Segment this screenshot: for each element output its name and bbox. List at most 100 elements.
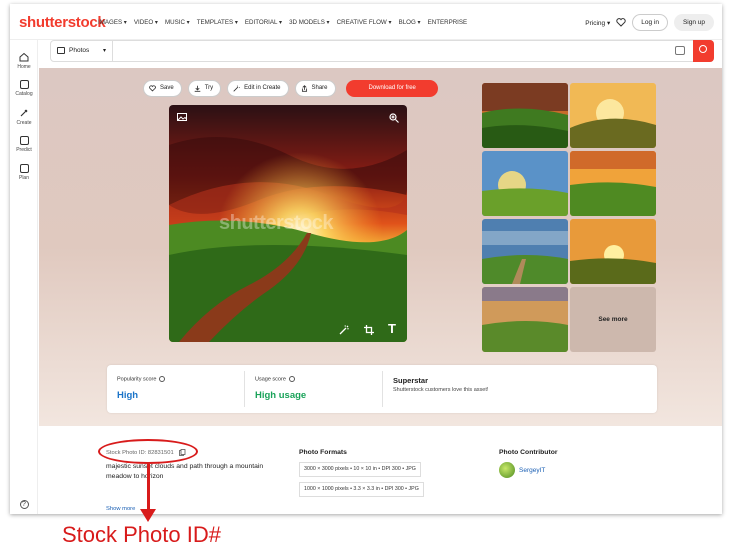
related-thumbnail[interactable] xyxy=(482,219,568,284)
valley-sunrise-thumbnail xyxy=(482,287,568,352)
chevron-down-icon: ▾ xyxy=(102,48,106,54)
related-thumbnail[interactable] xyxy=(570,219,656,284)
help-icon: ? xyxy=(19,500,29,509)
sidebar-item-home[interactable]: Home xyxy=(10,52,38,70)
create-icon xyxy=(20,109,28,117)
search-icon xyxy=(699,45,707,53)
action-bar: Save Try Edit in Create Share Download f… xyxy=(143,80,438,97)
usage-score: Usage score High usage xyxy=(245,365,382,413)
related-thumbnail[interactable] xyxy=(570,83,656,148)
related-thumbnail[interactable] xyxy=(482,83,568,148)
popularity-label-text: Popularity score xyxy=(117,376,157,383)
search-input[interactable] xyxy=(117,43,657,59)
related-thumbnail[interactable] xyxy=(570,151,656,216)
nav-blog[interactable]: BLOG ▾ xyxy=(399,19,421,26)
annotation-arrow xyxy=(147,464,150,512)
plan-icon xyxy=(19,164,29,173)
zoom-icon[interactable] xyxy=(389,113,399,123)
share-label: Share xyxy=(311,85,328,91)
sunset-field-thumbnail xyxy=(570,151,656,216)
format-option[interactable]: 1000 × 1000 pixels • 3.3 × 3.3 in • DPI … xyxy=(299,482,424,497)
image-icon[interactable] xyxy=(177,113,187,121)
blue-sky-road-thumbnail xyxy=(482,219,568,284)
show-more-link[interactable]: Show more xyxy=(106,506,135,512)
search-type-select[interactable]: Photos ▾ xyxy=(51,41,113,61)
avatar xyxy=(499,462,515,478)
crop-icon[interactable] xyxy=(364,325,374,335)
watermark: shutterstock xyxy=(219,212,334,234)
main-menu: IMAGES ▾ VIDEO ▾ MUSIC ▾ TEMPLATES ▾ EDI… xyxy=(98,19,474,26)
annotation-arrowhead xyxy=(140,509,156,522)
left-sidebar: Home Catalog Create Predict Plan ? xyxy=(10,40,38,514)
nav-3d-models[interactable]: 3D MODELS ▾ xyxy=(289,19,330,26)
superstar-title: Superstar xyxy=(393,376,429,385)
login-button[interactable]: Log in xyxy=(632,14,668,31)
nav-music[interactable]: MUSIC ▾ xyxy=(165,19,190,26)
contributor-name[interactable]: SergeyIT xyxy=(519,467,545,474)
header-actions: Pricing ▾ Log in Sign up xyxy=(585,14,714,31)
sidebar-item-plan[interactable]: Plan xyxy=(10,164,38,181)
asset-hero: Save Try Edit in Create Share Download f… xyxy=(39,68,722,426)
catalog-icon xyxy=(19,80,29,89)
superstar-description: Shutterstock customers love this asset! xyxy=(393,387,489,393)
annotation-ellipse xyxy=(98,439,198,464)
contributor-heading: Photo Contributor xyxy=(499,449,558,456)
popularity-score: Popularity score High xyxy=(107,365,244,413)
sidebar-label: Home xyxy=(17,64,31,70)
sunset-glow-thumbnail xyxy=(570,219,656,284)
top-navigation: shutterstock IMAGES ▾ VIDEO ▾ MUSIC ▾ TE… xyxy=(10,4,722,40)
sidebar-label: Plan xyxy=(18,175,29,181)
camera-icon xyxy=(57,47,65,54)
edit-in-create-button[interactable]: Edit in Create xyxy=(227,80,289,97)
info-icon[interactable] xyxy=(288,376,295,382)
sidebar-item-catalog[interactable]: Catalog xyxy=(10,80,38,97)
photo-formats-heading: Photo Formats xyxy=(299,449,347,456)
popularity-value: High xyxy=(117,390,139,401)
see-more-button[interactable]: See more xyxy=(570,287,656,352)
heart-icon xyxy=(149,85,156,92)
format-option[interactable]: 3000 × 3000 pixels • 10 × 10 in • DPI 30… xyxy=(299,462,421,477)
nav-templates[interactable]: TEMPLATES ▾ xyxy=(197,19,238,26)
download-free-button[interactable]: Download for free xyxy=(345,80,438,97)
nav-editorial[interactable]: EDITORIAL ▾ xyxy=(245,19,282,26)
help-button[interactable]: ? xyxy=(10,500,38,509)
predict-icon xyxy=(19,136,29,145)
try-button[interactable]: Try xyxy=(187,80,222,97)
related-thumbnail[interactable] xyxy=(482,287,568,352)
signup-button[interactable]: Sign up xyxy=(673,14,714,31)
nav-video[interactable]: VIDEO ▾ xyxy=(134,19,158,26)
main-photo[interactable]: shutterstock T xyxy=(169,105,407,342)
sidebar-item-predict[interactable]: Predict xyxy=(10,136,38,153)
text-tool-icon[interactable]: T xyxy=(388,321,396,336)
related-thumbnail[interactable] xyxy=(482,151,568,216)
info-icon[interactable] xyxy=(159,376,166,382)
save-button[interactable]: Save xyxy=(143,80,182,97)
superstar-badge: Superstar Shutterstock customers love th… xyxy=(383,365,653,413)
home-icon xyxy=(19,52,29,62)
sidebar-label: Catalog xyxy=(15,91,33,97)
annotation-label: Stock Photo ID# xyxy=(62,522,221,547)
pricing-menu[interactable]: Pricing ▾ xyxy=(585,19,610,27)
nav-creative-flow[interactable]: CREATIVE FLOW ▾ xyxy=(337,19,392,26)
usage-label-text: Usage score xyxy=(255,376,286,383)
magic-wand-icon xyxy=(233,85,240,92)
popularity-label: Popularity score xyxy=(117,376,166,383)
shutterstock-logo[interactable]: shutterstock xyxy=(19,14,106,31)
share-icon xyxy=(301,85,307,92)
save-label: Save xyxy=(160,85,174,91)
heart-icon[interactable] xyxy=(616,18,626,27)
magic-wand-icon[interactable] xyxy=(339,325,349,335)
golden-hill-thumbnail xyxy=(570,83,656,148)
nav-enterprise[interactable]: ENTERPRISE xyxy=(428,19,468,26)
image-search-icon[interactable] xyxy=(675,46,685,55)
edit-label: Edit in Create xyxy=(244,85,281,91)
nav-images[interactable]: IMAGES ▾ xyxy=(98,19,127,26)
sunset-hills-thumbnail xyxy=(482,83,568,148)
sun-meadow-thumbnail xyxy=(482,151,568,216)
share-button[interactable]: Share xyxy=(294,80,336,97)
sidebar-item-create[interactable]: Create xyxy=(10,108,38,126)
search-button[interactable] xyxy=(693,40,714,62)
score-panel: Popularity score High Usage score High u… xyxy=(107,365,657,413)
usage-value: High usage xyxy=(255,390,307,401)
contributor[interactable]: SergeyIT xyxy=(499,462,545,478)
